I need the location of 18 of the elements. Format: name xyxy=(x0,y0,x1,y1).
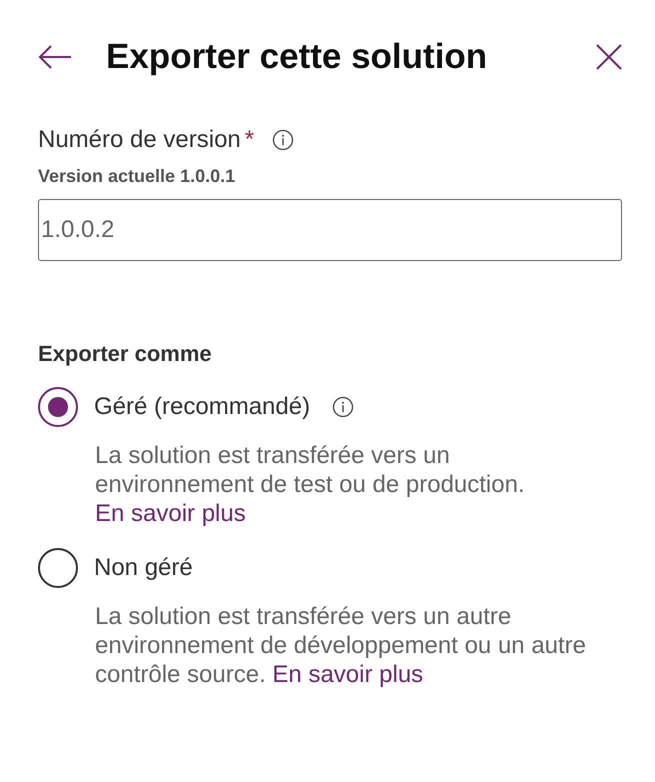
option-description: La solution est transférée vers un autre environnement de développement ou un autre contrôle source. En savoir plus xyxy=(95,602,588,689)
current-version-text: Version actuelle 1.0.0.1 xyxy=(38,166,236,187)
learn-more-link[interactable]: En savoir plus xyxy=(272,661,424,688)
option-label: Géré (recommandé) xyxy=(94,393,310,421)
field-label: Numéro de version xyxy=(38,126,241,154)
panel-title: Exporter cette solution xyxy=(106,37,488,77)
section-heading: Exporter comme xyxy=(38,341,213,367)
info-icon[interactable] xyxy=(272,129,294,151)
info-icon[interactable] xyxy=(332,396,354,418)
radio-button[interactable] xyxy=(38,387,78,427)
close-icon[interactable] xyxy=(596,44,622,70)
back-arrow-icon[interactable] xyxy=(38,44,72,70)
option-description: La solution est transférée vers un environnement de test ou de production. En savoir plus xyxy=(95,441,526,528)
radio-button[interactable] xyxy=(38,548,78,588)
option-label: Non géré xyxy=(94,554,193,582)
version-input[interactable]: 1.0.0.2 xyxy=(38,199,622,261)
required-mark: * xyxy=(244,126,254,154)
learn-more-link[interactable]: En savoir plus xyxy=(95,500,246,527)
